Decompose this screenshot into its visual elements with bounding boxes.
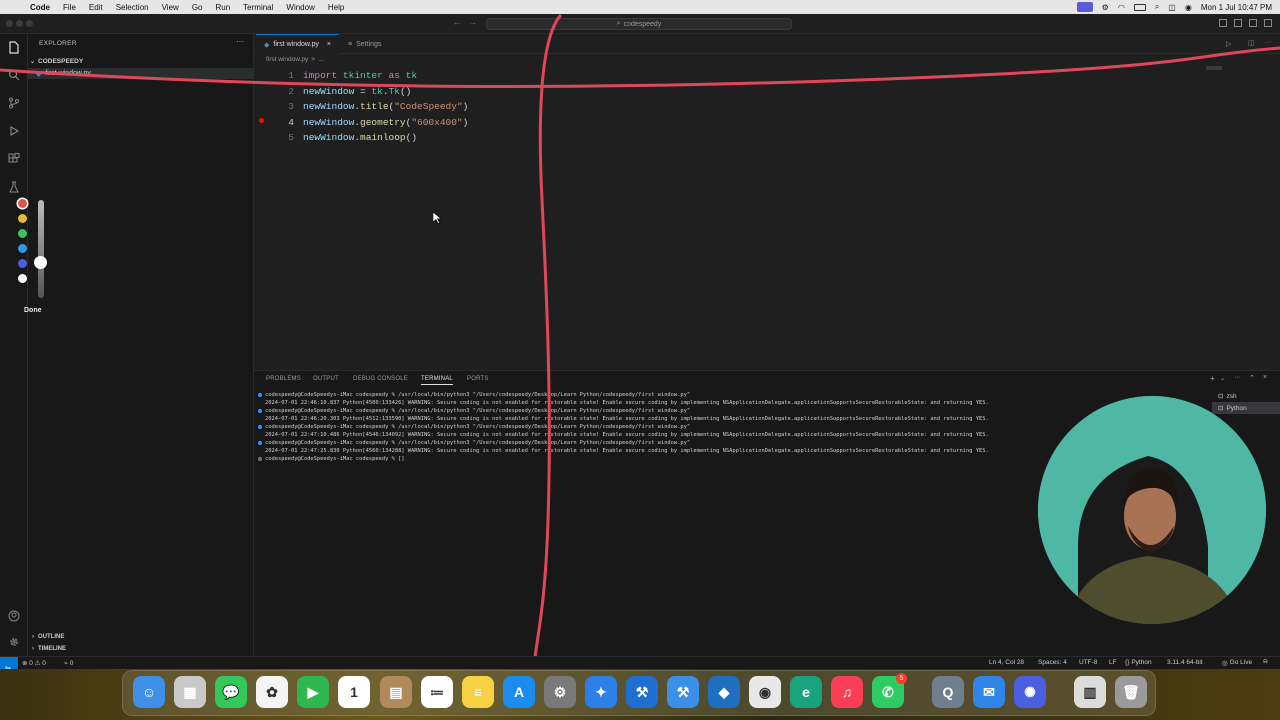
dock-trash-icon[interactable]: 🗑 (1115, 676, 1147, 708)
notification-badge: 5 (896, 673, 907, 684)
dock-launchpad-icon[interactable]: ▦ (174, 676, 206, 708)
go-live-button[interactable]: ◎ Go Live (1222, 659, 1252, 667)
dock-xcode-alt-icon[interactable]: ⚒ (667, 676, 699, 708)
remote-indicator[interactable]: ⇋ (0, 657, 18, 672)
braces-icon: {} (1125, 659, 1130, 666)
dock-contacts-icon[interactable]: ▤ (380, 676, 412, 708)
broadcast-icon: ◎ (1222, 660, 1228, 667)
dock-notes-icon[interactable]: ≡ (462, 676, 494, 708)
dock-safari-icon[interactable]: ✦ (585, 676, 617, 708)
dock-facetime-icon[interactable]: ▶ (297, 676, 329, 708)
dock-edge-icon[interactable]: e (790, 676, 822, 708)
dock-mail-icon[interactable]: ✉ (973, 676, 1005, 708)
dock-app-store-icon[interactable]: A (503, 676, 535, 708)
presenter-picture (1038, 396, 1266, 624)
end-of-line[interactable]: LF (1109, 659, 1117, 666)
dock-reminders-icon[interactable]: ≔ (421, 676, 453, 708)
dock-photos-icon[interactable]: ✿ (256, 676, 288, 708)
python-interpreter[interactable]: 3.11.4 64-bit (1167, 659, 1203, 666)
dock-document-icon[interactable]: ▥ (1074, 676, 1106, 708)
dock-music-icon[interactable]: ♫ (831, 676, 863, 708)
horizontal-annotation-stroke (0, 46, 1280, 88)
language-mode[interactable]: {} Python (1125, 659, 1152, 666)
encoding[interactable]: UTF-8 (1079, 659, 1097, 666)
dock-messages-icon[interactable]: 💬 (215, 676, 247, 708)
notifications-bell-icon[interactable]: ⍾ (1263, 658, 1268, 666)
dock-calendar-icon[interactable]: 1 (338, 676, 370, 708)
cursor-position[interactable]: Ln 4, Col 28 (989, 659, 1024, 666)
dock-chrome-icon[interactable]: ◉ (749, 676, 781, 708)
vertical-annotation-stroke (528, 14, 562, 720)
dock-xcode-icon[interactable]: ⚒ (626, 676, 658, 708)
pen-annotation-strokes (0, 14, 1280, 720)
dock-finder-icon[interactable]: ☺ (133, 676, 165, 708)
language-label: Python (1131, 659, 1152, 666)
go-live-label: Go Live (1229, 659, 1253, 666)
indentation[interactable]: Spaces: 4 (1038, 659, 1067, 666)
dock-vscode-icon[interactable]: ◆ (708, 676, 740, 708)
dock-system-settings-icon[interactable]: ⚙ (544, 676, 576, 708)
dock-quicktime-icon[interactable]: Q (932, 676, 964, 708)
ports-count[interactable]: ⌁ 0 (64, 659, 73, 667)
webcam-overlay (1038, 396, 1266, 624)
dock-app-extra-icon[interactable]: ✺ (1014, 676, 1046, 708)
problems-count[interactable]: ⊗ 0 ⚠ 0 (22, 659, 46, 667)
